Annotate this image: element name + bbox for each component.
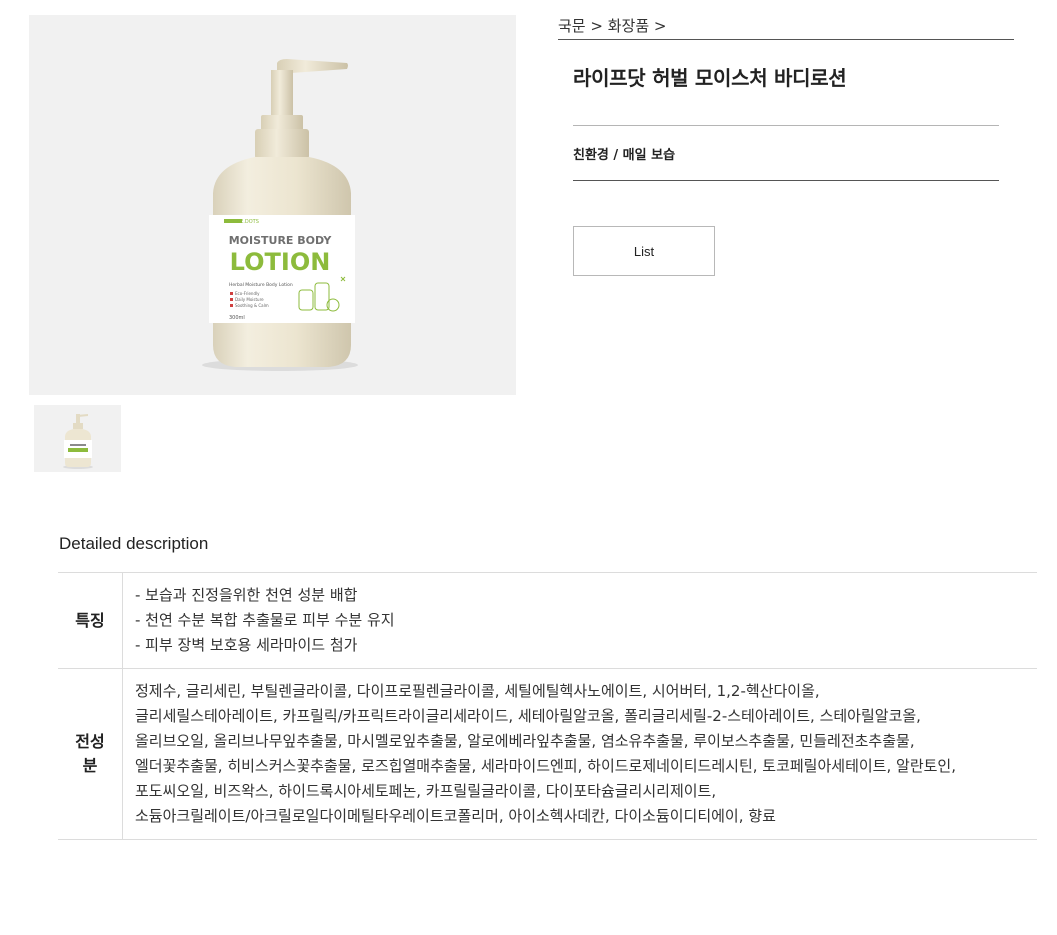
- product-main-image: LIFE.DOTS MOISTURE BODY LOTION Herbal Mo…: [29, 15, 516, 395]
- label-bullet-2: Daily Moisture: [235, 297, 264, 302]
- ingredients-cell: 정제수, 글리세린, 부틸렌글라이콜, 다이프로필렌글라이콜, 세틸에틸헥사노에…: [123, 669, 1038, 840]
- ingredient-line: 정제수, 글리세린, 부틸렌글라이콜, 다이프로필렌글라이콜, 세틸에틸헥사노에…: [135, 682, 820, 700]
- ingredient-line: 소듐아크릴레이트/아크릴로일다이메틸타우레이트코폴리머, 아이소헥사데칸, 다이…: [135, 807, 776, 825]
- lotion-bottle-image: LIFE.DOTS MOISTURE BODY LOTION Herbal Mo…: [202, 59, 358, 371]
- features-cell: - 보습과 진정을위한 천연 성분 배합 - 천연 수분 복합 추출물로 피부 …: [123, 573, 1038, 669]
- label-big: LOTION: [230, 248, 331, 276]
- thumbnail-bottle-image: [63, 414, 93, 469]
- divider: [573, 125, 999, 126]
- label-sub: Herbal Moisture Body Lotion: [229, 282, 293, 288]
- product-title: 라이프닷 허벌 모이스처 바디로션: [573, 66, 847, 90]
- table-row: 특징 - 보습과 진정을위한 천연 성분 배합 - 천연 수분 복합 추출물로 …: [58, 572, 1038, 669]
- ingredients-label-text: 전성분: [75, 732, 105, 775]
- spec-table: 특징 - 보습과 진정을위한 천연 성분 배합 - 천연 수분 복합 추출물로 …: [58, 572, 1037, 840]
- label-bullet-3: Soothing & Calm: [235, 303, 269, 308]
- breadcrumb-item-korean[interactable]: 국문: [558, 17, 586, 35]
- ingredient-line: 포도씨오일, 비즈왁스, 하이드록시아세토페논, 카프릴릴글라이콜, 다이포타슘…: [135, 782, 717, 800]
- product-thumbnail[interactable]: [34, 405, 121, 472]
- feature-line: - 피부 장벽 보호용 세라마이드 첨가: [135, 636, 358, 654]
- product-tagline: 친환경 / 매일 보습: [573, 148, 676, 163]
- list-button[interactable]: List: [573, 226, 715, 276]
- section-title: Detailed description: [59, 534, 209, 553]
- features-label: 특징: [58, 572, 123, 669]
- breadcrumb-item-cosmetics[interactable]: 화장품: [608, 17, 649, 35]
- ingredient-line: 올리브오일, 올리브나무잎추출물, 마시멜로잎추출물, 알로에베라잎추출물, 염…: [135, 732, 915, 750]
- table-row: 전성분 정제수, 글리세린, 부틸렌글라이콜, 다이프로필렌글라이콜, 세틸에틸…: [58, 668, 1038, 840]
- feature-line: - 천연 수분 복합 추출물로 피부 수분 유지: [135, 611, 395, 629]
- label-heading: MOISTURE BODY: [229, 234, 333, 247]
- breadcrumb-separator: >: [649, 17, 667, 35]
- divider: [573, 180, 999, 181]
- ingredient-line: 엘더꽃추출물, 히비스커스꽃추출물, 로즈힙열매추출물, 세라마이드엔피, 하이…: [135, 757, 956, 775]
- breadcrumb-separator: >: [585, 17, 608, 35]
- breadcrumb: 국문 > 화장품 >: [558, 16, 1014, 40]
- feature-line: - 보습과 진정을위한 천연 성분 배합: [135, 586, 358, 604]
- label-brand: LIFE.DOTS: [233, 219, 259, 225]
- ingredients-label: 전성분: [58, 668, 123, 840]
- label-bullet-1: Eco-Friendly: [235, 291, 260, 296]
- ingredient-line: 글리세릴스테아레이트, 카프릴릭/카프릭트라이글리세라이드, 세테아릴알코올, …: [135, 707, 921, 725]
- label-volume: 300ml: [229, 315, 245, 321]
